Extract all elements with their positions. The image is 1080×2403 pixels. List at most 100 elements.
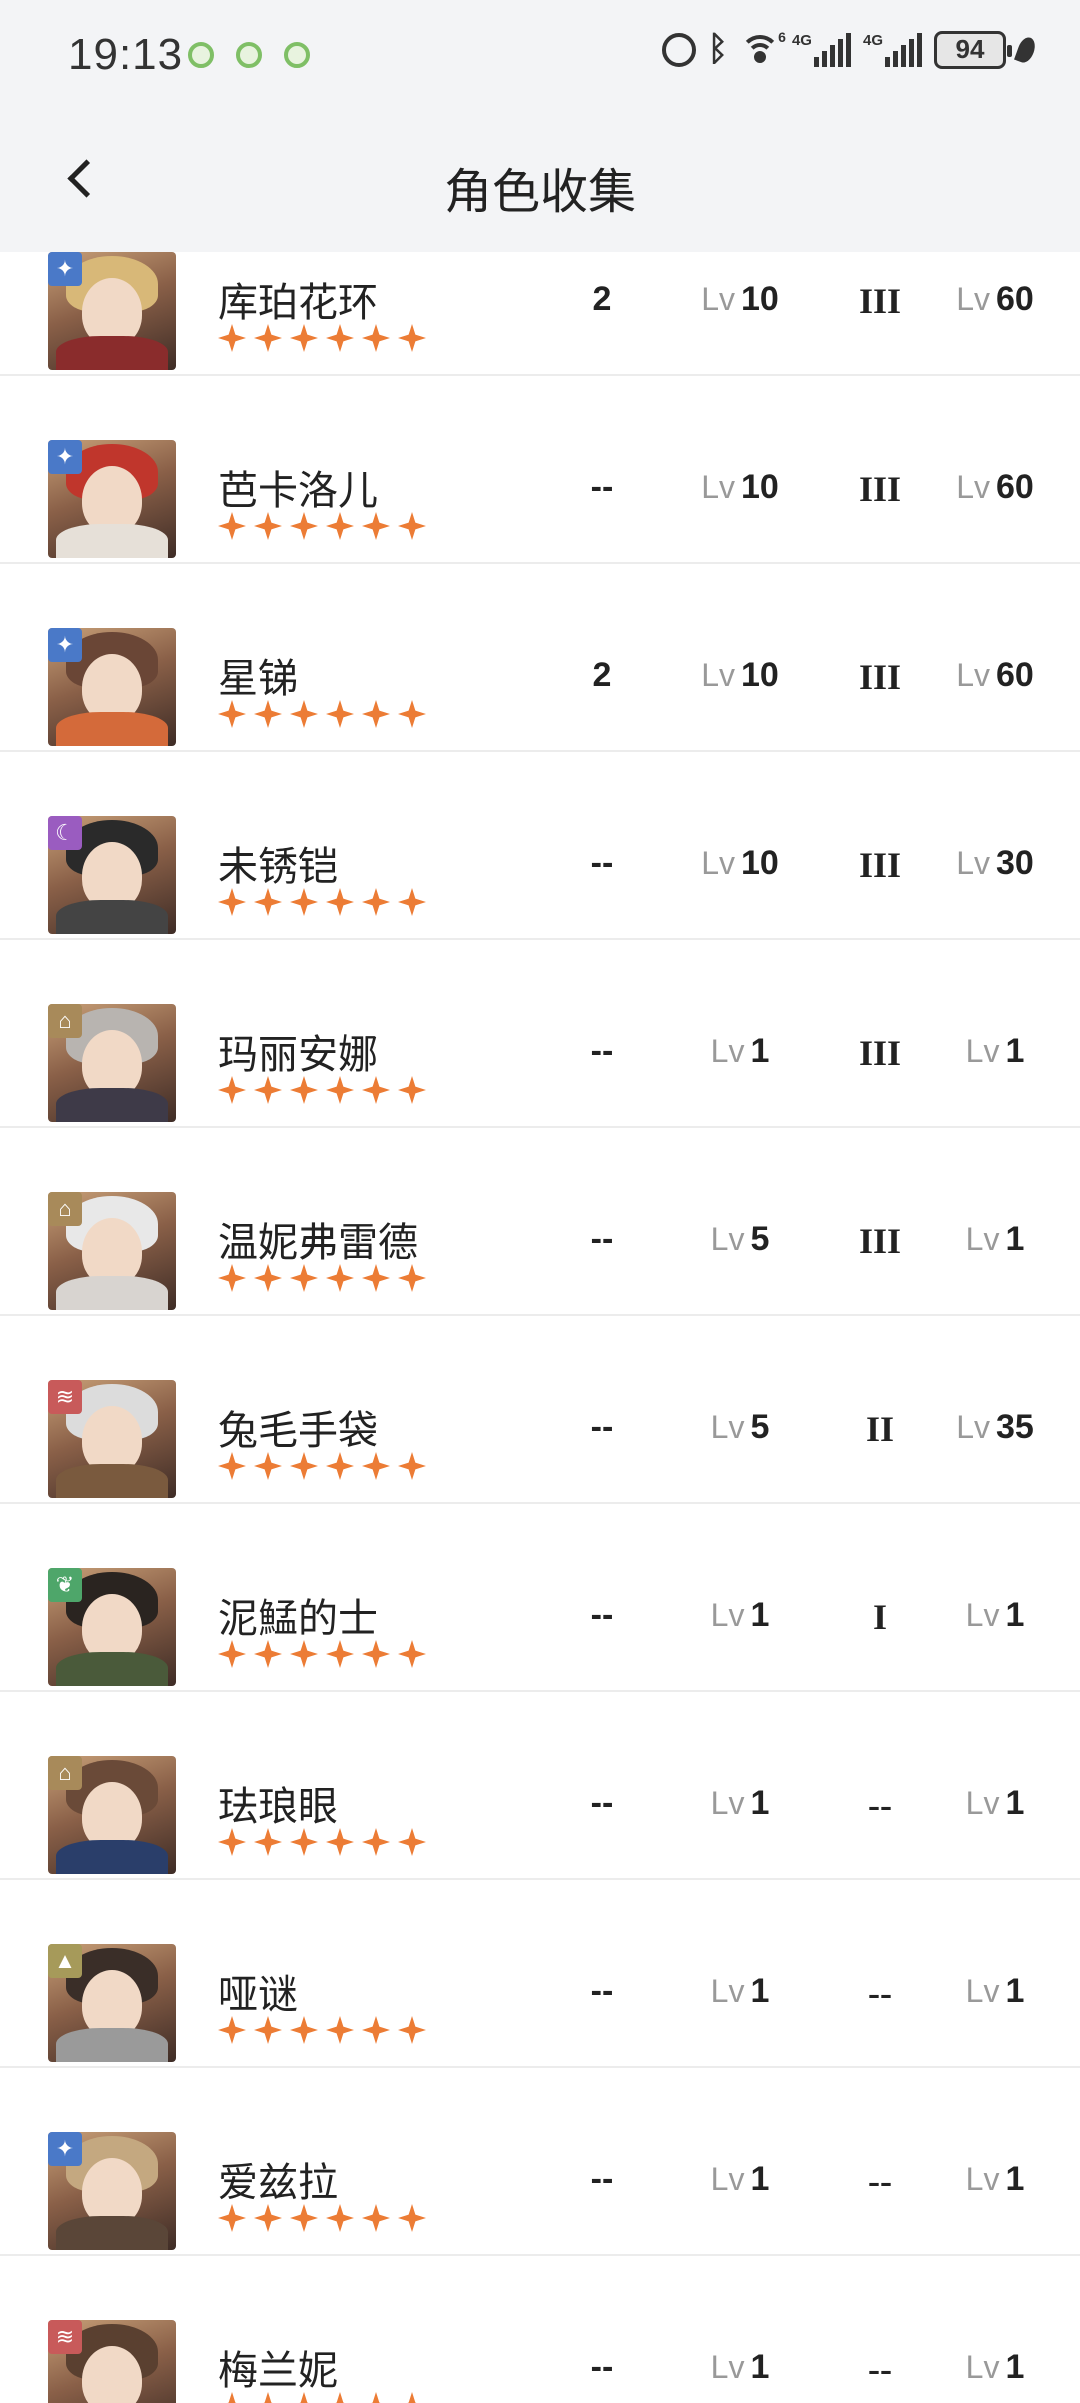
character-row[interactable]: ☾ 未锈铠 -- Lv 10 III Lv 30 bbox=[0, 752, 1080, 940]
character-row[interactable]: ✦ 爱兹拉 -- Lv 1 -- Lv 1 bbox=[0, 2068, 1080, 2256]
level-value: 1 bbox=[750, 1032, 770, 1070]
insight-tier: III bbox=[858, 1033, 902, 1073]
character-level: Lv 1 bbox=[678, 1784, 802, 1823]
rarity-star-icon bbox=[326, 512, 354, 540]
rarity-star-icon bbox=[362, 888, 390, 916]
resonance-level: Lv 30 bbox=[935, 844, 1055, 883]
star-compass-icon: ✦ bbox=[48, 2132, 82, 2166]
portrait-count: -- bbox=[590, 844, 614, 882]
tower-icon: ⌂ bbox=[48, 1192, 82, 1226]
page-title: 角色收集 bbox=[443, 166, 636, 219]
rarity-stars bbox=[218, 1264, 426, 1292]
star-compass-icon: ✦ bbox=[48, 252, 82, 286]
rarity-star-icon bbox=[362, 1452, 390, 1480]
rarity-star-icon bbox=[398, 1076, 426, 1104]
portrait-count: -- bbox=[590, 1408, 614, 1446]
rarity-star-icon bbox=[254, 2392, 282, 2403]
character-row[interactable]: ✦ 库珀花环 2 Lv 10 III Lv 60 bbox=[0, 252, 1080, 376]
rarity-star-icon bbox=[362, 1264, 390, 1292]
level-prefix: Lv bbox=[710, 1221, 745, 1257]
rarity-star-icon bbox=[218, 324, 246, 352]
app-notification-icon bbox=[236, 42, 262, 68]
portrait-count: -- bbox=[590, 1220, 614, 1258]
rarity-star-icon bbox=[326, 700, 354, 728]
level-value: 1 bbox=[750, 2160, 770, 2198]
character-row[interactable]: ✦ 芭卡洛儿 -- Lv 10 III Lv 60 bbox=[0, 376, 1080, 564]
status-bar: 19:13 ᛒ 6 4G 4G 94 bbox=[0, 0, 1080, 110]
resonance-level: Lv 60 bbox=[935, 280, 1055, 319]
character-row[interactable]: ⌂ 珐琅眼 -- Lv 1 -- Lv 1 bbox=[0, 1692, 1080, 1880]
character-row[interactable]: ≋ 兔毛手袋 -- Lv 5 II Lv 35 bbox=[0, 1316, 1080, 1504]
alarm-icon bbox=[661, 32, 696, 67]
character-row[interactable]: ▲ 哑谜 -- Lv 1 -- Lv 1 bbox=[0, 1880, 1080, 2068]
rarity-star-icon bbox=[290, 1640, 318, 1668]
character-level: Lv 1 bbox=[678, 1972, 802, 2011]
nav-bar: 角色收集 bbox=[0, 110, 1080, 252]
character-row[interactable]: ⌂ 温妮弗雷德 -- Lv 5 III Lv 1 bbox=[0, 1128, 1080, 1316]
rarity-star-icon bbox=[254, 700, 282, 728]
insight-tier: III bbox=[858, 845, 902, 885]
resonance-level: Lv 35 bbox=[935, 1408, 1055, 1447]
resonance-level: Lv 1 bbox=[935, 1784, 1055, 1823]
rarity-star-icon bbox=[218, 1264, 246, 1292]
level-prefix: Lv bbox=[701, 281, 735, 317]
rarity-star-icon bbox=[398, 888, 426, 916]
insight-tier: -- bbox=[868, 2349, 892, 2389]
portrait-count: -- bbox=[590, 1032, 614, 1070]
rarity-star-icon bbox=[398, 1640, 426, 1668]
level-prefix: Lv bbox=[701, 845, 735, 881]
portrait-count: -- bbox=[590, 1784, 614, 1822]
character-row[interactable]: ≋ 梅兰妮 -- Lv 1 -- Lv 1 bbox=[0, 2256, 1080, 2403]
rarity-star-icon bbox=[326, 1452, 354, 1480]
tower-icon: ⌂ bbox=[48, 1004, 82, 1038]
rarity-star-icon bbox=[326, 2392, 354, 2403]
star-compass-icon: ✦ bbox=[48, 440, 82, 474]
rarity-stars bbox=[218, 1452, 426, 1480]
leaf-icon: ❦ bbox=[48, 1568, 82, 1602]
insight-tier: -- bbox=[868, 1973, 892, 2013]
rarity-star-icon bbox=[362, 1640, 390, 1668]
resonance-value: 60 bbox=[995, 656, 1034, 694]
character-level: Lv 10 bbox=[678, 656, 802, 695]
portrait-count: -- bbox=[590, 468, 614, 506]
insight-tier: -- bbox=[868, 1785, 892, 1825]
rarity-star-icon bbox=[362, 324, 390, 352]
rarity-star-icon bbox=[218, 888, 246, 916]
character-name: 玛丽安娜 bbox=[218, 1033, 378, 1077]
notification-icons bbox=[188, 42, 310, 68]
rarity-star-icon bbox=[254, 2204, 282, 2232]
power-saving-icon bbox=[1014, 34, 1038, 65]
level-value: 10 bbox=[740, 280, 779, 318]
rarity-star-icon bbox=[326, 1828, 354, 1856]
rarity-star-icon bbox=[362, 700, 390, 728]
level-value: 1 bbox=[750, 1596, 770, 1634]
rarity-star-icon bbox=[218, 2016, 246, 2044]
portrait-count: 2 bbox=[592, 656, 612, 694]
character-row[interactable]: ❦ 泥鯭的士 -- Lv 1 I Lv 1 bbox=[0, 1504, 1080, 1692]
character-name: 温妮弗雷德 bbox=[218, 1221, 418, 1265]
character-list[interactable]: ✦ 库珀花环 2 Lv 10 III Lv 60 ✦ 芭卡洛儿 -- Lv 10 III Lv 60 ✦ 星锑 2 L… bbox=[0, 252, 1080, 2403]
rarity-star-icon bbox=[326, 888, 354, 916]
star-compass-icon: ✦ bbox=[48, 628, 82, 662]
level-value: 10 bbox=[740, 844, 779, 882]
level-prefix: Lv bbox=[965, 2349, 1000, 2385]
character-name: 芭卡洛儿 bbox=[218, 469, 378, 513]
character-row[interactable]: ✦ 星锑 2 Lv 10 III Lv 60 bbox=[0, 564, 1080, 752]
rarity-star-icon bbox=[362, 1076, 390, 1104]
rarity-stars bbox=[218, 2016, 426, 2044]
rarity-star-icon bbox=[254, 324, 282, 352]
character-name: 兔毛手袋 bbox=[218, 1409, 378, 1453]
level-prefix: Lv bbox=[956, 657, 990, 693]
character-name: 泥鯭的士 bbox=[218, 1597, 378, 1641]
level-prefix: Lv bbox=[965, 1973, 1000, 2009]
rarity-stars bbox=[218, 1640, 426, 1668]
rarity-star-icon bbox=[326, 324, 354, 352]
character-row[interactable]: ⌂ 玛丽安娜 -- Lv 1 III Lv 1 bbox=[0, 940, 1080, 1128]
resonance-level: Lv 1 bbox=[935, 2160, 1055, 2199]
level-value: 5 bbox=[750, 1220, 770, 1258]
rarity-star-icon bbox=[326, 2016, 354, 2044]
level-value: 5 bbox=[750, 1408, 770, 1446]
level-prefix: Lv bbox=[710, 2161, 745, 2197]
rarity-star-icon bbox=[290, 1264, 318, 1292]
resonance-level: Lv 60 bbox=[935, 468, 1055, 507]
